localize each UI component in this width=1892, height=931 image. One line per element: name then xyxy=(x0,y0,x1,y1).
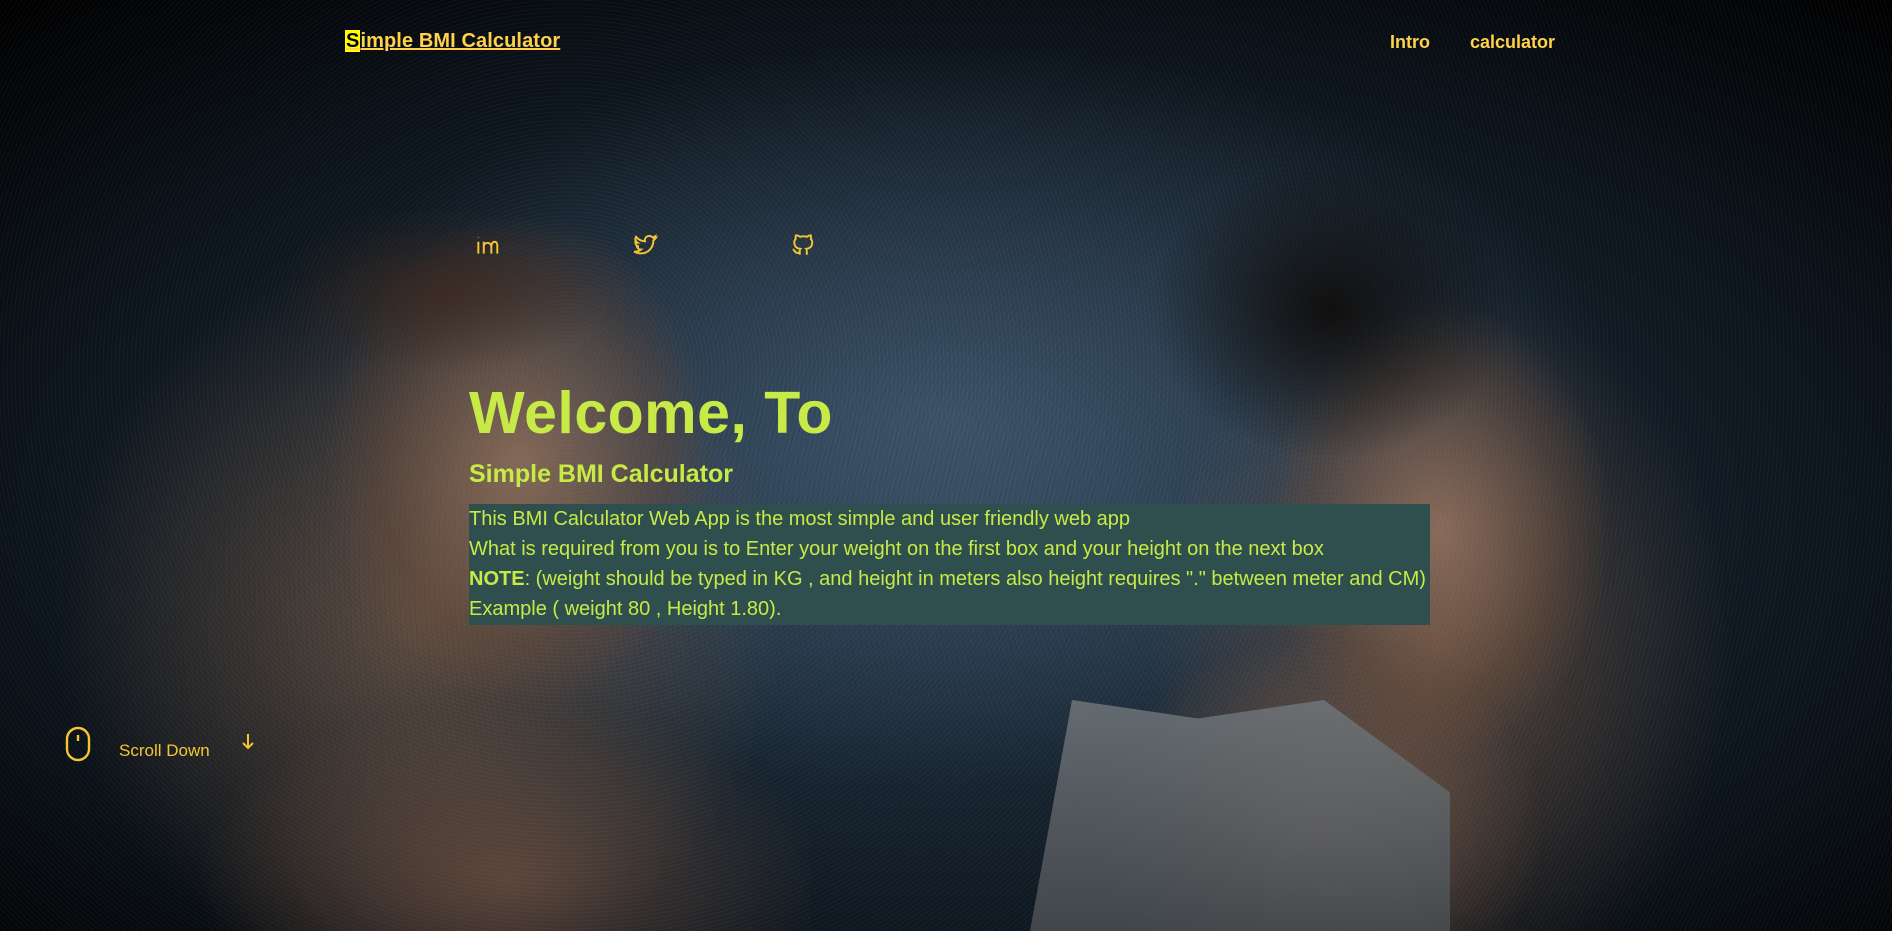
hero-section: Welcome, To Simple BMI Calculator This B… xyxy=(469,378,1431,625)
tank-top-background xyxy=(1030,700,1450,931)
arrow-down-icon xyxy=(240,732,256,752)
instructions-line-2: What is required from you is to Enter yo… xyxy=(469,538,1324,560)
instructions-box: This BMI Calculator Web App is the most … xyxy=(469,504,1430,625)
linkedin-icon[interactable] xyxy=(474,232,500,258)
main-nav: Intro calculator xyxy=(1390,32,1555,53)
instructions-note: NOTE: (weight should be typed in KG , an… xyxy=(469,564,1430,594)
hero-title: Welcome, To xyxy=(469,380,833,446)
note-label: NOTE xyxy=(469,568,525,590)
note-text: : (weight should be typed in KG , and he… xyxy=(524,568,1426,590)
twitter-icon[interactable] xyxy=(632,232,659,258)
social-links xyxy=(474,232,816,258)
header: Simple BMI Calculator Intro calculator xyxy=(0,0,1892,90)
brand-first-letter: S xyxy=(345,30,361,52)
hero-subtitle: Simple BMI Calculator xyxy=(469,460,733,488)
scroll-down-label: Scroll Down xyxy=(119,741,210,760)
nav-link-intro[interactable]: Intro xyxy=(1390,32,1430,53)
man-hair-background xyxy=(200,160,660,390)
instructions-line-1: This BMI Calculator Web App is the most … xyxy=(469,508,1131,530)
scroll-down-link[interactable]: Scroll Down xyxy=(65,726,256,762)
nav-link-calculator[interactable]: calculator xyxy=(1470,32,1555,53)
instructions-example: Example ( weight 80 , Height 1.80). xyxy=(469,598,782,620)
mouse-icon xyxy=(65,726,91,762)
brand-logo-link[interactable]: Simple BMI Calculator xyxy=(345,30,560,53)
brand-name-rest: imple BMI Calculator xyxy=(360,30,561,52)
github-icon[interactable] xyxy=(790,232,816,258)
